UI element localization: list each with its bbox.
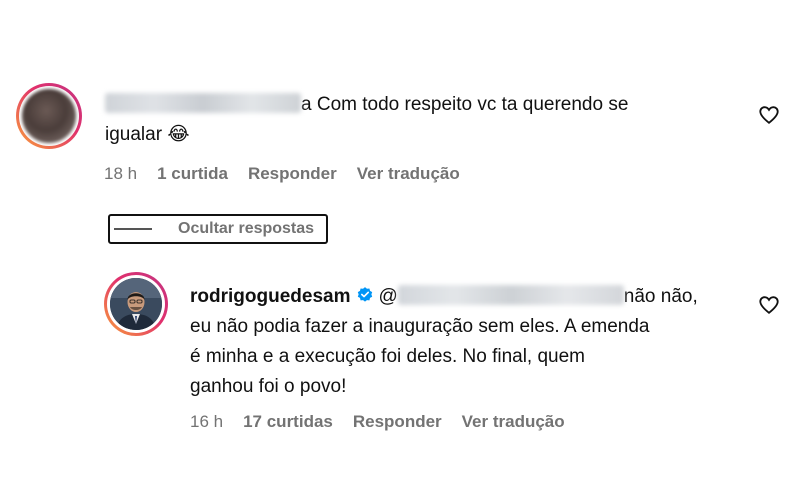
comment-text-line2: igualar 😂 <box>105 124 190 145</box>
reply-see-translation-button[interactable]: Ver tradução <box>462 412 565 432</box>
reply-username[interactable]: rodrigoguedesam <box>190 286 350 307</box>
mention-at[interactable]: @ <box>378 286 397 307</box>
divider-line <box>114 228 152 230</box>
comment-text-line1: a Com todo respeito vc ta querendo se <box>301 94 629 115</box>
reply-meta: 16 h 17 curtidas Responder Ver tradução <box>190 412 565 432</box>
redacted-mention[interactable] <box>397 285 624 305</box>
redacted-username[interactable] <box>105 93 301 113</box>
avatar-photo <box>110 278 162 330</box>
comment-likes-link[interactable]: 1 curtida <box>157 164 228 184</box>
hide-replies-label: Ocultar respostas <box>178 220 315 237</box>
verified-badge-icon <box>358 287 373 302</box>
comment-time: 18 h <box>104 164 138 183</box>
reply-author-avatar[interactable] <box>104 272 168 336</box>
hide-replies-button[interactable]: Ocultar respostas <box>108 214 328 244</box>
reply-text-line2: eu não podia fazer a inauguração sem ele… <box>190 316 650 337</box>
reply-body: rodrigoguedesam @ não não, eu não podia f… <box>190 282 750 402</box>
avatar-blurred-photo <box>22 89 76 143</box>
heart-outline-icon[interactable] <box>758 294 780 316</box>
comment-body: a Com todo respeito vc ta querendo se ig… <box>105 90 725 150</box>
reply-reply-button[interactable]: Responder <box>353 412 442 432</box>
avatar-ring <box>107 275 165 333</box>
person-avatar-icon <box>110 278 162 330</box>
heart-outline-icon[interactable] <box>758 104 780 126</box>
reply-text-line1: não não, <box>623 286 698 307</box>
commenter-avatar[interactable] <box>16 83 82 149</box>
comment-meta: 18 h 1 curtida Responder Ver tradução <box>104 164 460 184</box>
reply-likes-link[interactable]: 17 curtidas <box>243 412 333 432</box>
see-translation-button[interactable]: Ver tradução <box>357 164 460 184</box>
reply-button[interactable]: Responder <box>248 164 337 184</box>
reply-text-line4: ganhou foi o povo! <box>190 376 347 397</box>
avatar-ring <box>19 86 79 146</box>
reply-time: 16 h <box>190 412 224 431</box>
reply-text-line3: é minha e a execução foi deles. No final… <box>190 346 586 367</box>
